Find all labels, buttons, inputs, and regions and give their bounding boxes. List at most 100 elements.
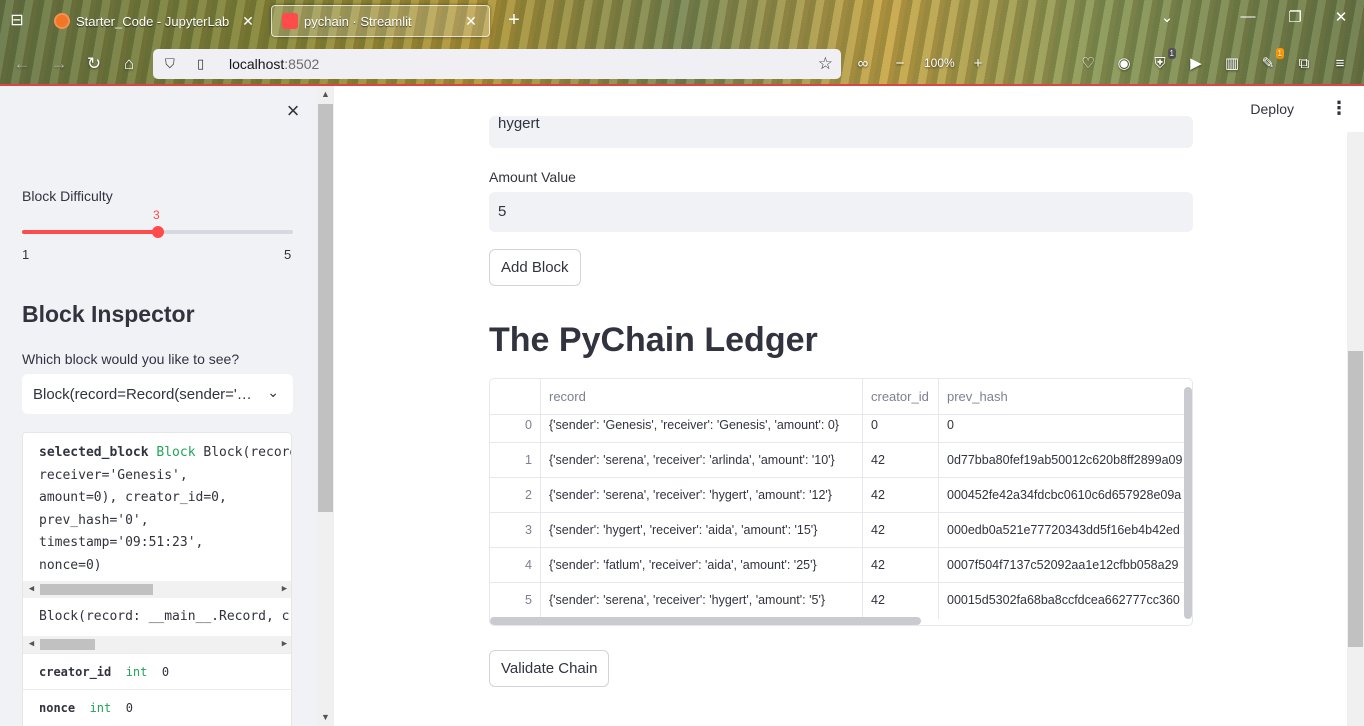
ublock-icon[interactable]: ⛨ 1 [1150, 48, 1176, 74]
url-bar[interactable]: ⛉ ▯ localhost:8502 ☆ [153, 49, 841, 79]
home-icon[interactable]: ⌂ [117, 52, 141, 76]
table-vscrollbar[interactable] [1184, 387, 1192, 619]
sidebar-close-icon[interactable]: × [282, 100, 304, 122]
cell-creator-id[interactable]: 42 [863, 443, 939, 477]
extension-icon[interactable]: ✎ 1 [1258, 48, 1284, 74]
restore-icon[interactable]: ❐ [1282, 8, 1308, 26]
tab-close-icon[interactable]: ✕ [240, 13, 256, 30]
validate-chain-button[interactable]: Validate Chain [489, 650, 610, 687]
tab-streamlit[interactable]: pychain · Streamlit ✕ [271, 5, 490, 37]
ledger-title: The PyChain Ledger [489, 321, 818, 359]
table-hscrollbar[interactable] [490, 617, 921, 625]
row-index: 0 [525, 418, 532, 432]
scroll-right-icon[interactable]: ▶ [276, 581, 291, 598]
zoom-out-icon[interactable]: − [890, 54, 910, 74]
cell-record[interactable]: {'sender': 'serena', 'receiver': 'arlind… [541, 443, 863, 477]
scroll-right-icon[interactable]: ▶ [276, 636, 291, 653]
difficulty-slider-value: 3 [153, 208, 160, 222]
infinity-icon[interactable]: ∞ [853, 54, 873, 74]
cell-prev-hash[interactable]: 000edb0a521e77720343dd5f16eb4b42ed [939, 513, 1185, 547]
cell-creator-id[interactable]: 42 [863, 478, 939, 512]
youtube-extension-icon[interactable]: ▶ [1186, 54, 1206, 74]
url-port: :8502 [284, 56, 320, 72]
table-row[interactable]: 3 {'sender': 'hygert', 'receiver': 'aida… [490, 513, 1192, 548]
cell-record[interactable]: {'sender': 'fatlum', 'receiver': 'aida',… [541, 548, 863, 582]
code-line: prev_hash='0', [39, 512, 149, 528]
scroll-thumb[interactable] [40, 584, 153, 595]
tab-jupyterlab[interactable]: Starter_Code - JupyterLab ✕ [44, 5, 266, 37]
page-icon[interactable]: ▯ [197, 56, 215, 72]
scroll-thumb[interactable] [1348, 351, 1363, 647]
col-header-prev-hash[interactable]: prev_hash [939, 389, 1185, 404]
table-row[interactable]: 2 {'sender': 'serena', 'receiver': 'hyge… [490, 478, 1192, 513]
block-inspect-output: selected_block Block Block(record=Record… [22, 432, 292, 726]
attr-type: int [89, 701, 112, 715]
cell-creator-id[interactable]: 42 [863, 513, 939, 547]
difficulty-slider[interactable] [22, 226, 293, 238]
library-icon[interactable]: ▥ [1222, 54, 1242, 74]
cell-prev-hash[interactable]: 000452fe42a34fdcbc0610c6d657928e09a [939, 478, 1185, 512]
code-line: Block(record=Record(sender='Genesis', [203, 445, 291, 460]
chevron-down-icon[interactable]: ⌄ [267, 384, 279, 401]
col-header-creator-id[interactable]: creator_id [863, 389, 939, 404]
cell-record[interactable]: {'sender': 'serena', 'receiver': 'hygert… [541, 478, 863, 512]
menu-hamburger-icon[interactable]: ≡ [1330, 54, 1350, 74]
scroll-left-icon[interactable]: ◀ [23, 581, 40, 598]
reload-icon[interactable]: ↻ [82, 52, 106, 76]
cell-prev-hash[interactable]: 0007f504f7137c52092aa1e12cfbb058a29 [939, 548, 1185, 582]
table-row[interactable]: 4 {'sender': 'fatlum', 'receiver': 'aida… [490, 548, 1192, 583]
receiver-input[interactable]: hygert [489, 116, 1193, 148]
list-all-tabs-icon[interactable]: ⌄ [1154, 8, 1180, 26]
main-scrollbar[interactable] [1347, 132, 1364, 726]
tab-label: Starter_Code - JupyterLab [76, 13, 230, 29]
zoom-level[interactable]: 100% [924, 56, 955, 70]
sidebar-scrollbar[interactable]: ▲ ▼ [317, 86, 334, 726]
pocket-icon[interactable]: ♡ [1078, 54, 1098, 74]
repr-hscrollbar[interactable]: ◀ ▶ [23, 636, 291, 653]
cell-creator-id[interactable]: 42 [863, 583, 939, 617]
block-select[interactable]: Block(record=Record(sender='Genesis', re… [22, 374, 293, 414]
tab-close-icon[interactable]: ✕ [463, 13, 479, 30]
slider-min: 1 [22, 247, 30, 262]
attr-value: 0 [125, 701, 133, 715]
new-tab-icon[interactable]: + [502, 9, 526, 33]
slider-max: 5 [284, 247, 292, 262]
shield-icon[interactable]: ⛉ [165, 56, 183, 72]
ledger-table[interactable]: record creator_id prev_hash 0 {'sender':… [489, 378, 1193, 626]
col-header-record[interactable]: record [541, 389, 863, 404]
cell-prev-hash[interactable]: 0d77bba80fef19ab50012c620b8ff2899a09 [939, 443, 1185, 477]
bookmark-star-icon[interactable]: ☆ [818, 54, 833, 74]
slider-thumb[interactable] [151, 226, 164, 238]
table-row[interactable]: 0 {'sender': 'Genesis', 'receiver': 'Gen… [490, 415, 1192, 443]
table-row[interactable]: 5 {'sender': 'serena', 'receiver': 'hyge… [490, 583, 1192, 618]
cell-record[interactable]: {'sender': 'hygert', 'receiver': 'aida',… [541, 513, 863, 547]
cell-record[interactable]: {'sender': 'serena', 'receiver': 'hygert… [541, 583, 863, 617]
cell-record[interactable]: {'sender': 'Genesis', 'receiver': 'Genes… [541, 415, 863, 435]
code-var-name: selected_block [39, 445, 149, 460]
tab-list-icon[interactable]: ⊟ [6, 10, 28, 32]
deploy-button[interactable]: Deploy [1250, 101, 1294, 117]
forward-icon[interactable]: → [47, 52, 71, 76]
main-menu-icon[interactable]: ⋮ [1330, 98, 1348, 119]
table-row[interactable]: 1 {'sender': 'serena', 'receiver': 'arli… [490, 443, 1192, 478]
scroll-thumb[interactable] [318, 104, 333, 512]
amount-input[interactable]: 5 [489, 192, 1193, 232]
cell-prev-hash[interactable]: 0 [939, 415, 1185, 435]
scroll-thumb[interactable] [40, 639, 95, 650]
window-close-icon[interactable]: ✕ [1328, 8, 1354, 26]
attr-value: 0 [161, 665, 170, 679]
cell-prev-hash[interactable]: 00015d5302fa68ba8ccfdcea662777cc360 [939, 583, 1185, 617]
cell-creator-id[interactable]: 0 [863, 415, 939, 435]
scroll-up-icon[interactable]: ▲ [317, 89, 334, 99]
account-icon[interactable]: ◉ [1114, 54, 1134, 74]
code-hscrollbar[interactable]: ◀ ▶ [23, 581, 291, 598]
minimize-icon[interactable]: — [1235, 8, 1261, 25]
add-block-button[interactable]: Add Block [489, 249, 581, 286]
zoom-in-icon[interactable]: + [968, 54, 988, 74]
back-icon[interactable]: ← [10, 52, 34, 76]
scroll-left-icon[interactable]: ◀ [23, 636, 40, 653]
scroll-down-icon[interactable]: ▼ [317, 712, 334, 722]
extensions-puzzle-icon[interactable]: ⧉ [1294, 54, 1314, 74]
cell-creator-id[interactable]: 42 [863, 548, 939, 582]
receiver-input-value: hygert [498, 116, 540, 132]
